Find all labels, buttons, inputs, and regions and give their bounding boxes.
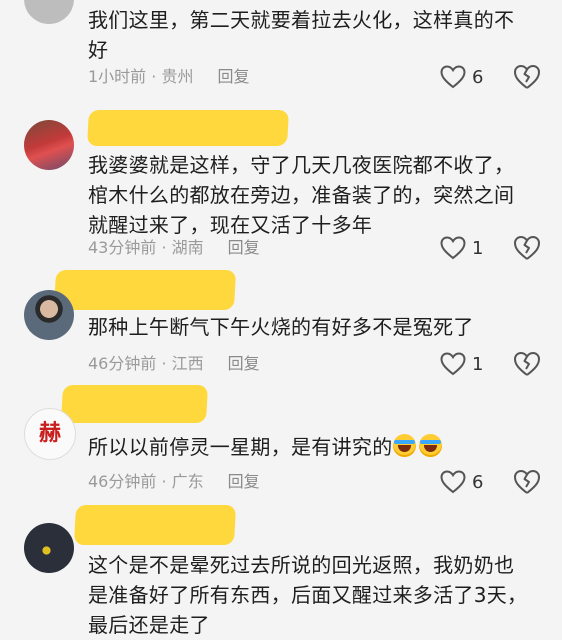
heart-outline-icon	[440, 65, 466, 89]
meta-separator: ·	[156, 238, 172, 257]
comment-text: 我们这里，第二天就要着拉去火化，这样真的不好	[88, 8, 515, 62]
comment-time: 46分钟前	[88, 354, 157, 373]
reply-button[interactable]: 回复	[228, 354, 260, 373]
broken-heart-icon	[514, 236, 540, 260]
redacted-username	[73, 505, 237, 545]
like-count: 1	[472, 237, 484, 259]
laughing-crying-emoji	[392, 434, 416, 457]
avatar[interactable]: 赫	[24, 408, 76, 460]
heart-outline-icon	[440, 236, 466, 260]
dislike-button[interactable]	[513, 351, 541, 377]
comment-meta: 46分钟前 · 江西 回复	[88, 352, 260, 376]
meta-separator: ·	[156, 354, 172, 373]
comment-location: 广东	[171, 472, 204, 491]
comment-text: 我婆婆就是这样，守了几天几夜医院都不收了，棺木什么的都放在旁边，准备装了的，突然…	[88, 153, 515, 237]
comment-text: 这个是不是晕死过去所说的回光返照，我奶奶也是准备好了所有东西，后面又醒过来多活了…	[88, 553, 528, 637]
comment-location: 湖南	[171, 238, 204, 257]
comment-meta: 46分钟前 · 广东 回复	[88, 470, 260, 494]
redacted-username	[61, 385, 208, 423]
avatar[interactable]	[24, 523, 74, 573]
dislike-button[interactable]	[513, 64, 541, 90]
like-button[interactable]: 6	[440, 62, 510, 92]
like-count: 6	[472, 66, 484, 88]
comment-text: 那种上午断气下午火烧的有好多不是冤死了	[88, 315, 474, 339]
redacted-username	[53, 270, 237, 310]
avatar[interactable]	[24, 120, 74, 170]
comment-text-content: 所以以前停灵一星期，是有讲究的	[88, 435, 393, 459]
like-button[interactable]: 6	[440, 467, 510, 497]
like-count: 1	[472, 353, 484, 375]
broken-heart-icon	[514, 470, 540, 494]
laughing-crying-emoji	[418, 434, 442, 457]
avatar[interactable]	[24, 0, 74, 24]
like-count: 6	[472, 471, 484, 493]
heart-outline-icon	[440, 352, 466, 376]
avatar[interactable]	[24, 290, 74, 340]
dislike-button[interactable]	[513, 469, 541, 495]
meta-separator: ·	[156, 472, 172, 491]
broken-heart-icon	[514, 65, 540, 89]
comment-location: 江西	[171, 354, 204, 373]
reply-button[interactable]: 回复	[217, 67, 249, 86]
reply-button[interactable]: 回复	[228, 472, 260, 491]
comment-meta: 43分钟前 · 湖南 回复	[88, 236, 260, 260]
comment-time: 46分钟前	[88, 472, 157, 491]
broken-heart-icon	[514, 352, 540, 376]
dislike-button[interactable]	[513, 235, 541, 261]
like-button[interactable]: 1	[440, 233, 510, 263]
redacted-username	[87, 110, 289, 146]
comment-text: 所以以前停灵一星期，是有讲究的	[88, 432, 538, 462]
reply-button[interactable]: 回复	[228, 238, 260, 257]
comment-meta: 1小时前 · 贵州 回复	[88, 65, 249, 89]
comment-location: 贵州	[161, 67, 194, 86]
meta-separator: ·	[146, 67, 162, 86]
comment-time: 1小时前	[88, 67, 147, 86]
heart-outline-icon	[440, 470, 466, 494]
like-button[interactable]: 1	[440, 349, 510, 379]
comment-time: 43分钟前	[88, 238, 157, 257]
avatar-glyph: 赫	[38, 421, 61, 446]
